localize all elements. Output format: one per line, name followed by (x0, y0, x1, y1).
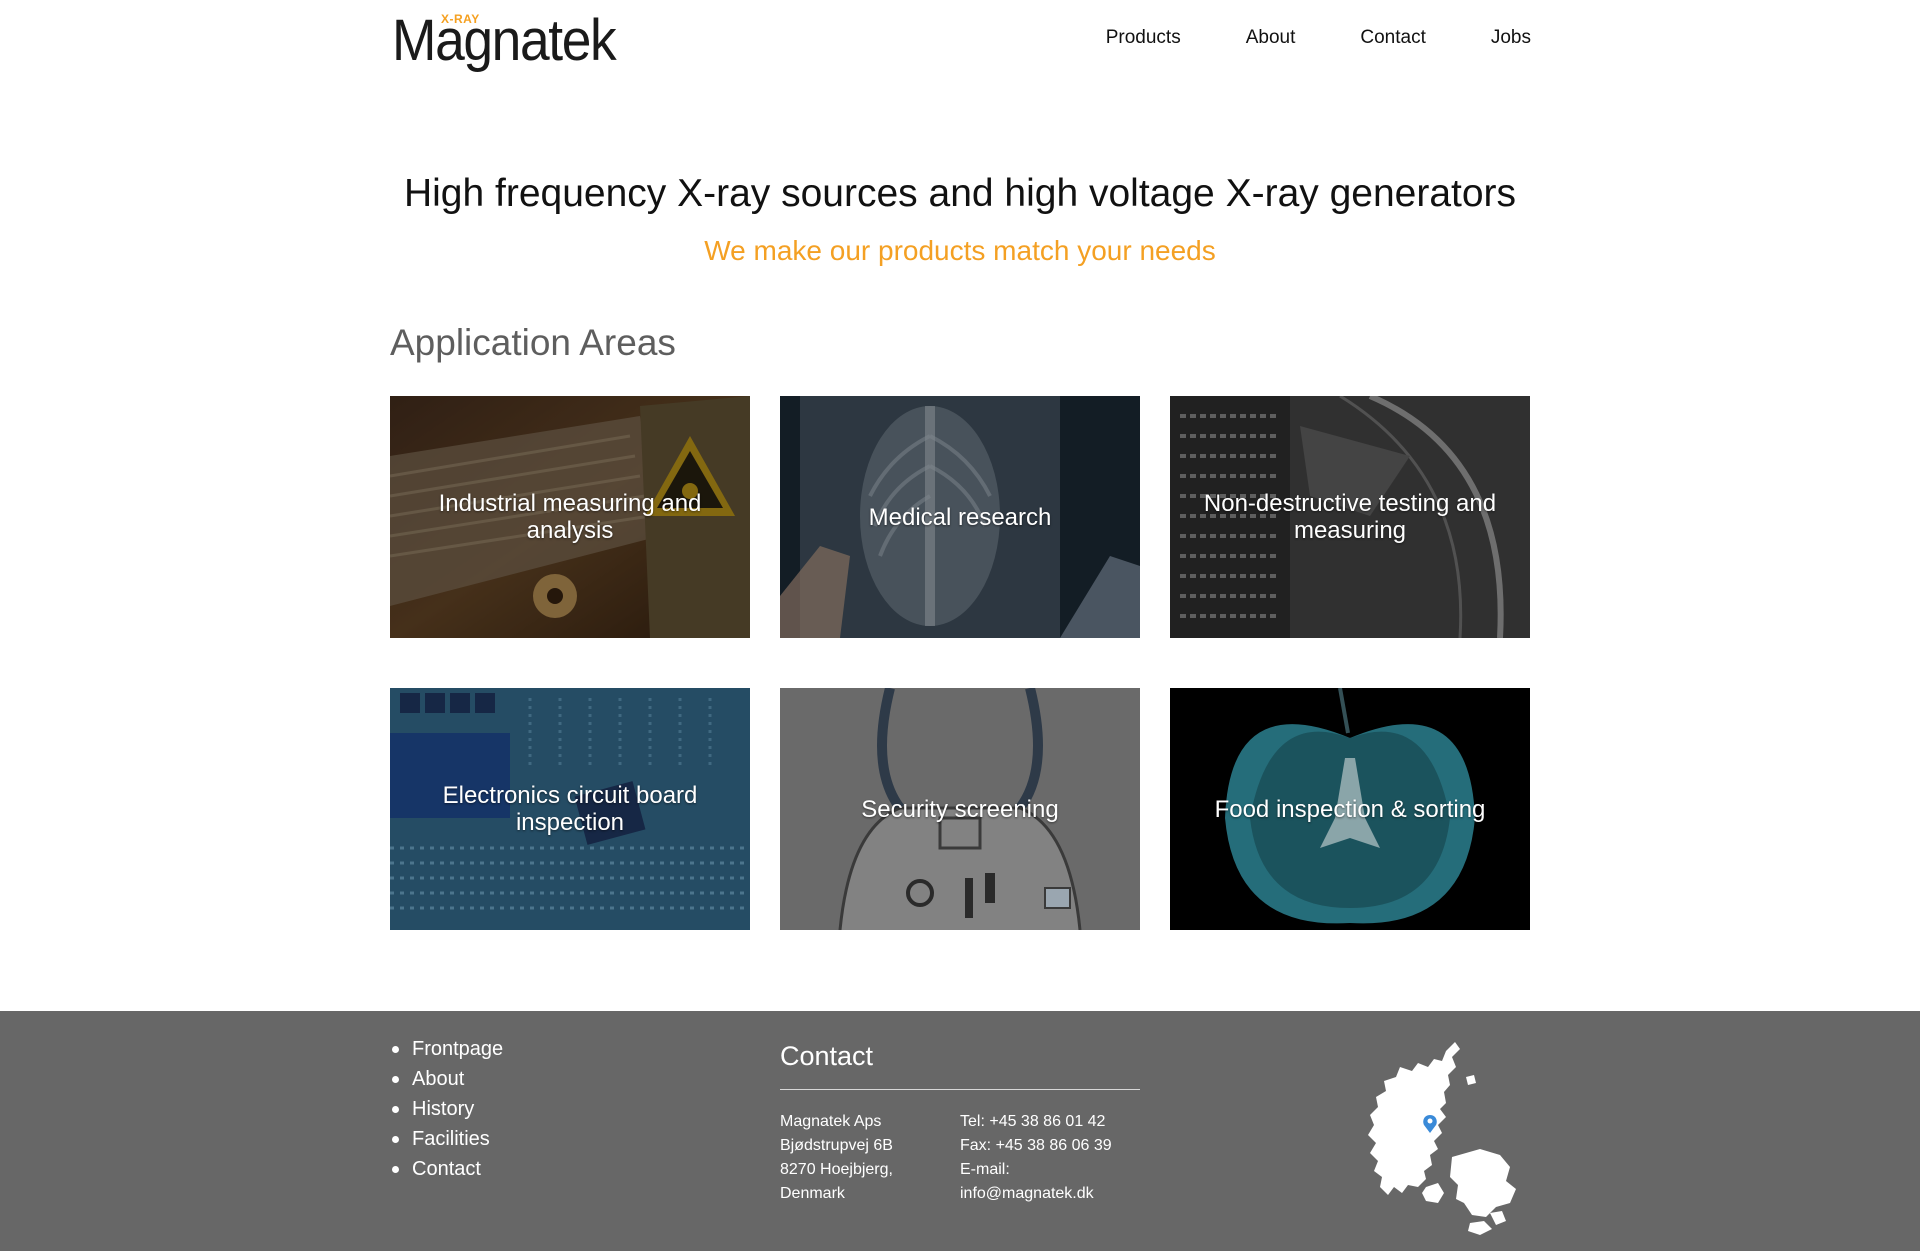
tile-electronics[interactable]: Electronics circuit board inspection (390, 688, 750, 930)
application-areas-title: Application Areas (390, 322, 676, 363)
tile-food-label: Food inspection & sorting (1214, 795, 1486, 823)
logo-wordmark: Magnatek (392, 8, 617, 73)
phone-line: Tel: +45 38 86 01 42 (960, 1113, 1106, 1130)
footer-link-item: Facilities (390, 1124, 503, 1154)
address-line: Magnatek Aps (780, 1113, 882, 1130)
address-line: Bjødstrupvej 6B (780, 1137, 893, 1154)
contact-address: Magnatek Aps Bjødstrupvej 6B 8270 Hoejbj… (780, 1110, 893, 1206)
footer-link-about[interactable]: About (412, 1064, 464, 1094)
nav-contact[interactable]: Contact (1360, 27, 1425, 49)
magnatek-logo[interactable]: Magnatek X-RAY (392, 8, 632, 72)
main-nav: Products About Contact Jobs (1041, 27, 1531, 49)
footer-link-facilities[interactable]: Facilities (412, 1124, 490, 1154)
hero-title: High frequency X-ray sources and high vo… (403, 172, 1517, 215)
tile-industrial[interactable]: Industrial measuring and analysis (390, 396, 750, 638)
tile-electronics-label: Electronics circuit board inspection (442, 782, 698, 836)
tile-industrial-label: Industrial measuring and analysis (438, 490, 702, 544)
contact-divider (780, 1089, 1140, 1090)
site-header: Magnatek X-RAY Products About Contact Jo… (390, 0, 1531, 80)
tile-security[interactable]: Security screening (780, 688, 1140, 930)
email-label: E-mail: (960, 1161, 1010, 1178)
footer-link-item: About (390, 1064, 503, 1094)
tile-security-label: Security screening (861, 795, 1059, 823)
nav-products[interactable]: Products (1106, 27, 1181, 49)
email-link[interactable]: info@magnatek.dk (960, 1182, 1112, 1206)
hero-subtitle: We make our products match your needs (704, 235, 1216, 266)
footer-links: Frontpage About History Facilities Conta… (390, 1034, 503, 1184)
tile-medical-label: Medical research (868, 503, 1052, 531)
footer-link-item: Frontpage (390, 1034, 503, 1064)
denmark-map-icon (1368, 1042, 1516, 1235)
tile-ndt-label: Non-destructive testing and measuring (1203, 490, 1497, 544)
footer-link-frontpage[interactable]: Frontpage (412, 1034, 503, 1064)
contact-title: Contact (780, 1041, 874, 1071)
tile-medical[interactable]: Medical research (780, 396, 1140, 638)
footer-link-item: History (390, 1094, 503, 1124)
site-footer: Frontpage About History Facilities Conta… (0, 1011, 1920, 1251)
address-line: 8270 Hoejbjerg, (780, 1161, 893, 1178)
footer-link-contact[interactable]: Contact (412, 1154, 481, 1184)
tile-ndt[interactable]: Non-destructive testing and measuring (1170, 396, 1530, 638)
footer-link-item: Contact (390, 1154, 503, 1184)
address-line: Denmark (780, 1185, 845, 1202)
nav-jobs[interactable]: Jobs (1491, 27, 1531, 49)
tile-food[interactable]: Food inspection & sorting (1170, 688, 1530, 930)
footer-link-history[interactable]: History (412, 1094, 474, 1124)
logo-xray-tag: X-RAY (441, 12, 480, 26)
nav-about[interactable]: About (1246, 27, 1296, 49)
fax-line: Fax: +45 38 86 06 39 (960, 1137, 1112, 1154)
contact-phones: Tel: +45 38 86 01 42 Fax: +45 38 86 06 3… (960, 1110, 1112, 1206)
